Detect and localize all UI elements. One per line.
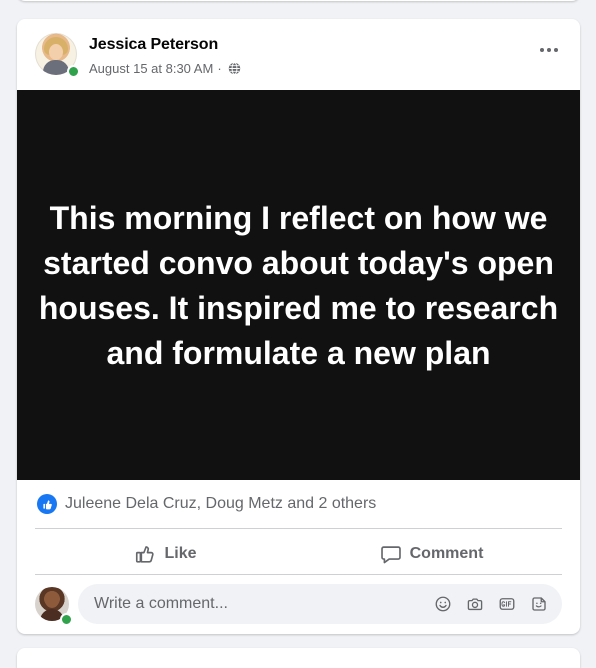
composer-icon-group (433, 594, 549, 614)
post-text-background: This morning I reflect on how we started… (17, 90, 580, 480)
meta-separator: · (217, 61, 222, 76)
reaction-names: Juleene Dela Cruz, Doug Metz and 2 other… (65, 495, 377, 512)
globe-icon[interactable] (228, 62, 241, 75)
comment-input[interactable] (92, 594, 416, 614)
reaction-divider (35, 528, 562, 529)
comment-composer[interactable] (78, 584, 562, 624)
current-user-avatar-head (45, 593, 59, 608)
post-meta: August 15 at 8:30 AM · (89, 61, 241, 76)
post-card: Jessica Peterson August 15 at 8:30 AM · … (17, 19, 580, 634)
camera-icon[interactable] (465, 594, 485, 614)
like-reaction-icon (37, 494, 57, 514)
post-text: This morning I reflect on how we started… (38, 200, 559, 371)
action-divider (35, 574, 562, 575)
more-options-button[interactable] (534, 35, 564, 65)
next-post-card (17, 648, 580, 668)
comment-label: Comment (409, 545, 484, 562)
reaction-summary[interactable]: Juleene Dela Cruz, Doug Metz and 2 other… (37, 494, 376, 514)
post-timestamp[interactable]: August 15 at 8:30 AM (89, 61, 213, 76)
thumbs-up-icon (134, 543, 156, 565)
comment-button[interactable]: Comment (301, 537, 562, 571)
emoji-icon[interactable] (433, 594, 453, 614)
avatar-face (49, 44, 63, 60)
comment-icon (380, 543, 402, 565)
gif-icon[interactable] (497, 594, 517, 614)
author-name[interactable]: Jessica Peterson (89, 36, 218, 54)
avatar-body (43, 60, 69, 75)
online-status-dot (67, 65, 80, 78)
like-label: Like (164, 545, 197, 562)
sticker-icon[interactable] (529, 594, 549, 614)
current-user-online-dot (60, 613, 73, 626)
more-horizontal-icon (539, 47, 559, 53)
like-button[interactable]: Like (35, 537, 296, 571)
previous-post-card (17, 0, 580, 1)
